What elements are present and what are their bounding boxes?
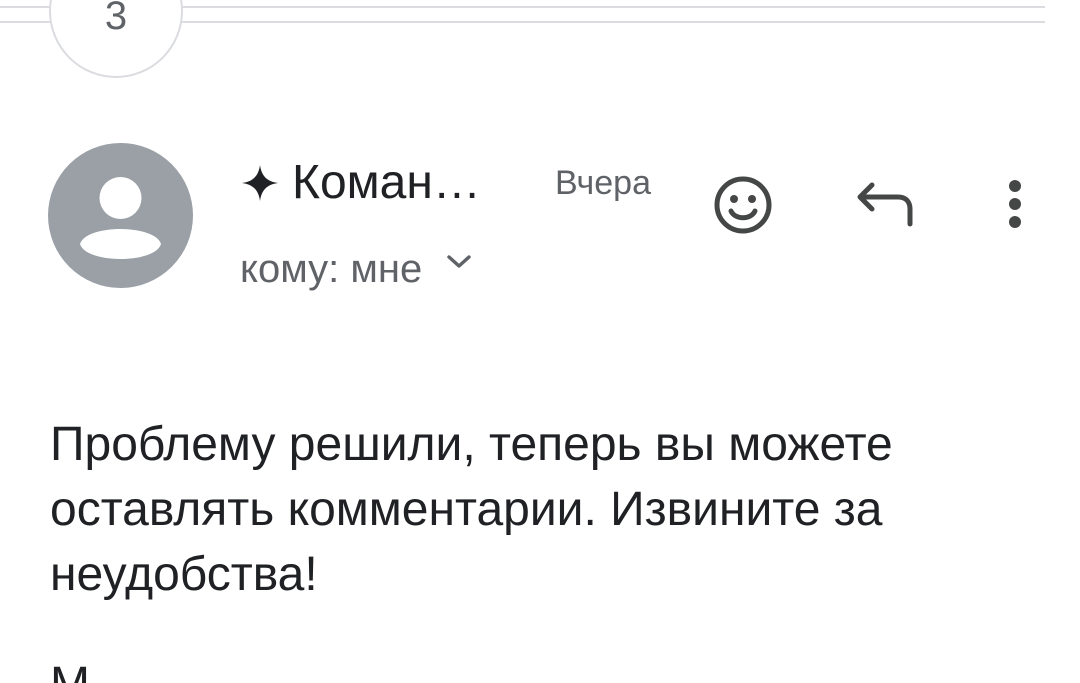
chevron-down-icon — [447, 255, 471, 268]
recipient-text: кому: мне — [240, 247, 423, 291]
person-icon — [80, 177, 161, 259]
sender-row[interactable]: Коман… — [240, 153, 481, 213]
message-body: Проблему решили, теперь вы можете оставл… — [50, 418, 893, 601]
emoji-icon[interactable] — [708, 170, 778, 240]
reply-icon[interactable] — [852, 172, 922, 238]
collapsed-count: 3 — [104, 0, 128, 38]
sender-name: Коман… — [292, 156, 481, 209]
recipient-details-toggle[interactable]: кому: мне — [240, 243, 472, 295]
more-vert-icon[interactable] — [995, 170, 1035, 240]
email-message-view: 3 Коман… Вчера кому: мне Проблему решили… — [0, 0, 1080, 683]
sparkle-icon — [242, 165, 278, 201]
message-body-next-line: М — [50, 652, 1040, 683]
message-timestamp: Вчера — [555, 164, 651, 202]
sender-avatar[interactable] — [48, 143, 193, 288]
